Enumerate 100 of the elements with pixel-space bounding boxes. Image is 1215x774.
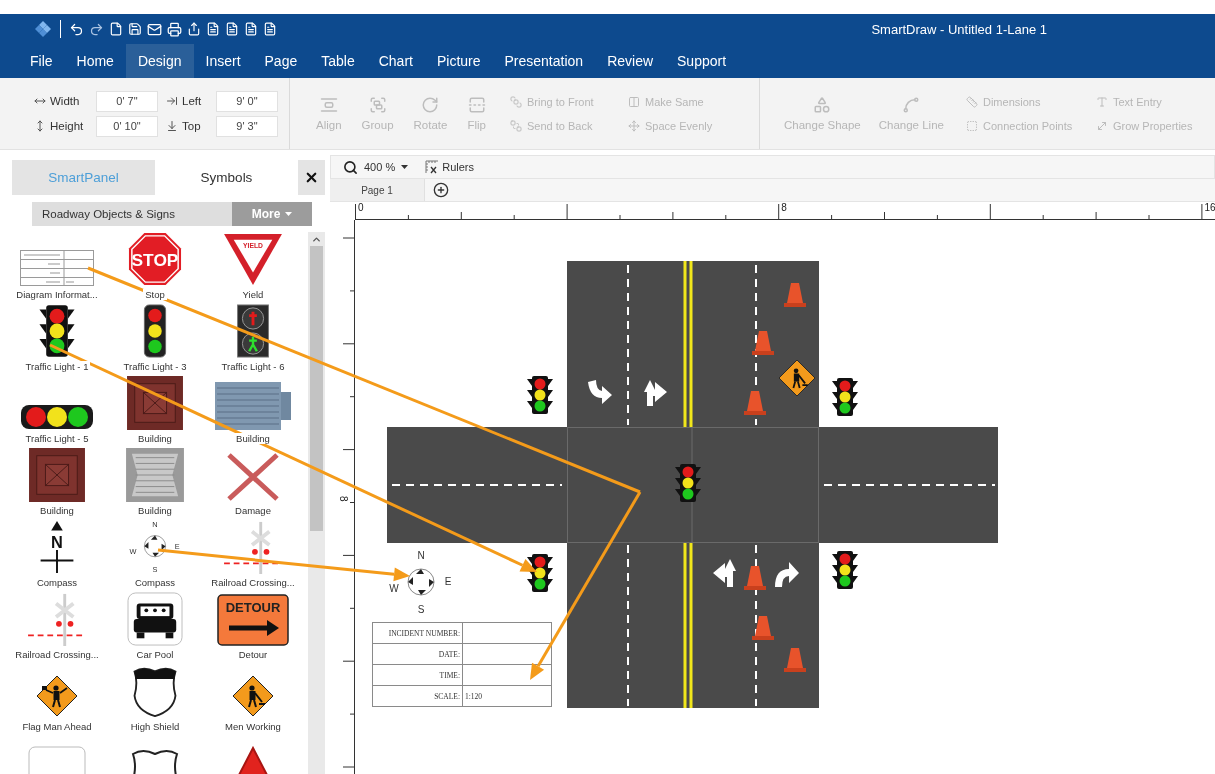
- menu-tab[interactable]: Chart: [366, 44, 425, 78]
- dimension-field[interactable]: 0' 7": [96, 90, 158, 112]
- connection-points-icon: [965, 119, 978, 132]
- symbol-item[interactable]: Flag Man Ahead: [12, 664, 106, 736]
- menu-tab[interactable]: Review: [595, 44, 666, 78]
- symbol-item[interactable]: Diagram Informat...: [12, 232, 106, 304]
- ruler-label: 16: [1204, 202, 1215, 213]
- save-icon[interactable]: [128, 22, 142, 36]
- symbol-item[interactable]: Building: [106, 448, 204, 520]
- document-icon[interactable]: [244, 22, 258, 36]
- new-file-icon[interactable]: [109, 22, 123, 36]
- line-icon: [902, 96, 921, 114]
- top-icon: [166, 120, 178, 132]
- traffic-cone-icon: [784, 648, 806, 672]
- send-back-icon: [509, 119, 522, 132]
- close-button[interactable]: [298, 160, 325, 195]
- document-icon[interactable]: [206, 22, 220, 36]
- metal-roof-building-icon: [215, 382, 291, 430]
- brick-building-icon: [126, 376, 184, 430]
- dimension-field[interactable]: 9' 3": [216, 115, 278, 137]
- symbol-item[interactable]: High Shield: [106, 664, 204, 736]
- traffic-light-icon: [832, 378, 858, 416]
- field-label: Height: [50, 120, 85, 132]
- symbol-item[interactable]: Railroad Crossing...: [12, 592, 106, 664]
- zoom-dropdown[interactable]: 400 %: [343, 159, 409, 175]
- symbol-item[interactable]: Car Pool: [106, 592, 204, 664]
- window-title: SmartDraw - Untitled 1-Lane 1: [871, 21, 1047, 37]
- menu-tab[interactable]: Picture: [424, 44, 493, 78]
- traffic-light-icon: [832, 551, 858, 589]
- menu-tab[interactable]: Page: [252, 44, 310, 78]
- page-tab[interactable]: Page 1: [330, 179, 425, 201]
- traffic-light-icon: [39, 305, 75, 357]
- turn-arrow-icon: [588, 380, 612, 404]
- ruler-label: 8: [340, 496, 349, 502]
- traffic-cone-icon: [744, 566, 766, 590]
- turn-arrow-icon: [713, 559, 736, 587]
- symbol-item[interactable]: Traffic Light - 5: [12, 376, 106, 448]
- flip-icon: [467, 96, 486, 114]
- traffic-cone-icon: [744, 391, 766, 415]
- symbol-item[interactable]: Building: [204, 376, 302, 448]
- ruler-label: 0: [358, 202, 364, 213]
- table-thumbnail-icon: [20, 250, 94, 286]
- ruler-icon: [425, 160, 440, 174]
- scrollbar-thumb[interactable]: [310, 246, 323, 531]
- symbol-item[interactable]: N W E S Compass: [106, 520, 204, 592]
- bring-front-icon: [509, 95, 522, 108]
- symbol-item[interactable]: Building: [106, 376, 204, 448]
- rotate-icon: [421, 96, 440, 114]
- worker-sign-icon: [232, 675, 274, 717]
- make-same-icon: [627, 95, 640, 108]
- symbol-item[interactable]: Men Working: [204, 664, 302, 736]
- symbol-item[interactable]: Railroad Crossing...: [204, 520, 302, 592]
- menu-tab[interactable]: Design: [125, 44, 194, 78]
- field-label: Width: [50, 95, 81, 107]
- ruler-label: 8: [781, 202, 787, 213]
- turn-arrow-icon: [775, 562, 799, 587]
- traffic-light-icon: [143, 304, 167, 358]
- dimension-field[interactable]: 9' 0": [216, 90, 278, 112]
- menu-tab[interactable]: Support: [665, 44, 739, 78]
- field-label: Top: [182, 120, 202, 132]
- share-icon[interactable]: [187, 22, 201, 36]
- symbol-item[interactable]: Building: [12, 448, 106, 520]
- traffic-cone-icon: [752, 331, 774, 355]
- category-label: Roadway Objects & Signs: [32, 201, 232, 226]
- symbol-item[interactable]: DETOUR Detour: [204, 592, 302, 664]
- left-icon: [166, 95, 178, 107]
- worker-sign-icon: [778, 359, 816, 397]
- menu-tab[interactable]: File: [18, 44, 65, 78]
- menu-tab[interactable]: Presentation: [492, 44, 596, 78]
- dimension-field[interactable]: 0' 10": [96, 115, 158, 137]
- turn-arrow-icon: [644, 380, 667, 406]
- menu-tab[interactable]: Home: [64, 44, 126, 78]
- x-mark-icon: [225, 452, 281, 502]
- document-icon[interactable]: [263, 22, 277, 36]
- traffic-cone-icon: [784, 283, 806, 307]
- mail-icon[interactable]: [147, 21, 162, 37]
- symbol-item[interactable]: Traffic Light - 3: [106, 304, 204, 376]
- resize-icon: [1095, 119, 1108, 132]
- ruler-icon: [965, 95, 978, 108]
- undo-icon[interactable]: [69, 21, 84, 37]
- print-icon[interactable]: [167, 21, 182, 37]
- shapes-icon: [813, 96, 832, 114]
- symbol-item[interactable]: N Compass: [12, 520, 106, 592]
- pedestrian-signal-icon: [236, 304, 270, 358]
- traffic-light-icon: [527, 376, 553, 414]
- car-icon: [126, 592, 184, 646]
- logo-icon[interactable]: [34, 20, 52, 38]
- traffic-light-icon: [675, 464, 701, 502]
- rulers-button[interactable]: Rulers: [425, 160, 474, 174]
- field-label: Left: [182, 95, 203, 107]
- symbol-item[interactable]: Traffic Light - 1: [12, 304, 106, 376]
- document-icon[interactable]: [225, 22, 239, 36]
- redo-icon[interactable]: [89, 21, 104, 37]
- menu-tab[interactable]: Table: [309, 44, 367, 78]
- scrollbar[interactable]: [308, 232, 325, 774]
- symbol-item[interactable]: Damage: [204, 448, 302, 520]
- add-icon: [433, 182, 449, 198]
- menu-tab[interactable]: Insert: [193, 44, 253, 78]
- compass-drawing: N W E S: [389, 550, 452, 615]
- symbol-item[interactable]: Traffic Light - 6: [204, 304, 302, 376]
